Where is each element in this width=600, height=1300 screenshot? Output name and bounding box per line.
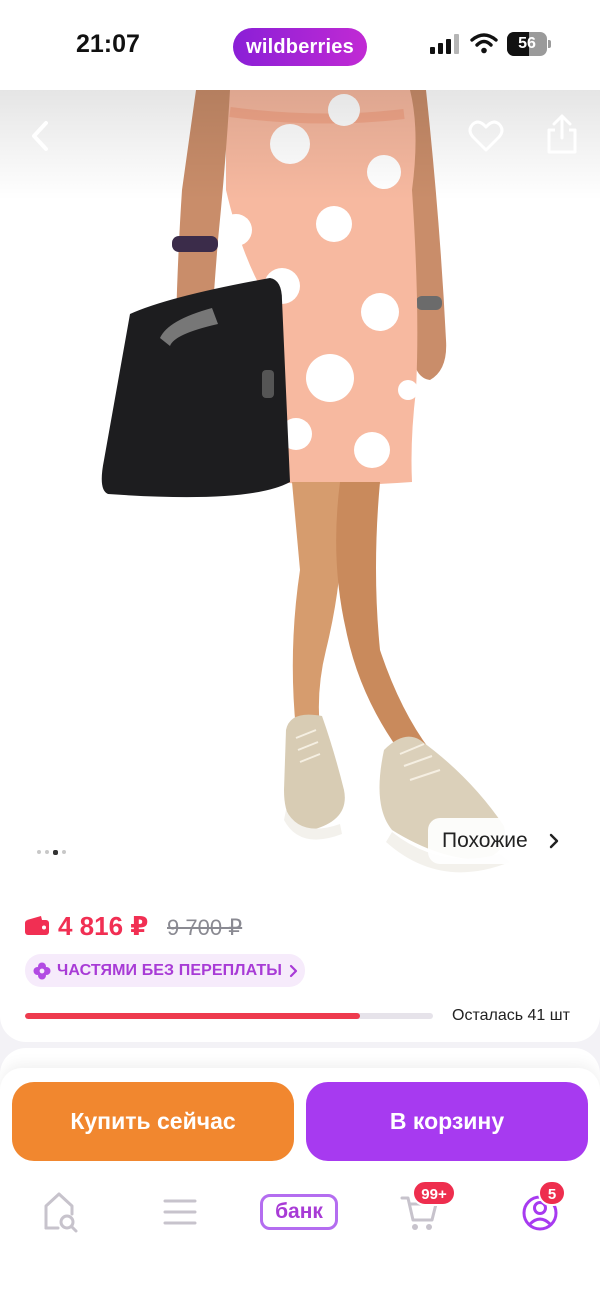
old-price: 9 700 ₽ <box>167 915 243 940</box>
similar-products-button[interactable]: Похожие <box>428 818 600 864</box>
signal-icon <box>430 34 459 54</box>
chevron-right-icon <box>289 964 298 977</box>
product-page: 21:07 wildberries 56 Похожие 4 816 ₽ 9 7… <box>0 0 600 1300</box>
stock-remaining: Осталась 41 шт <box>452 1007 570 1024</box>
product-photo-carousel[interactable]: Похожие <box>0 90 600 890</box>
flower-icon <box>33 962 51 979</box>
product-image[interactable] <box>0 90 600 890</box>
wifi-icon <box>470 33 498 54</box>
installment-label: ЧАСТЯМИ БЕЗ ПЕРЕПЛАТЫ <box>57 961 283 979</box>
home-search-icon <box>44 1192 78 1233</box>
chevron-right-icon <box>549 833 559 849</box>
carousel-dot[interactable] <box>37 850 41 854</box>
tab-bank[interactable]: банк <box>260 1188 340 1238</box>
battery-level: 56 <box>518 35 536 52</box>
buy-now-button[interactable]: Купить сейчас <box>12 1082 294 1161</box>
carousel-dot-active[interactable] <box>53 849 58 855</box>
tab-home[interactable] <box>40 1188 80 1238</box>
status-bar: 21:07 wildberries 56 <box>0 0 600 90</box>
bottom-bar: Купить сейчас В корзину банк 99+ 5 <box>0 1068 600 1300</box>
carousel-dot[interactable] <box>45 850 49 854</box>
menu-icon <box>163 1199 197 1225</box>
back-icon[interactable] <box>20 112 60 160</box>
installment-badge[interactable]: ЧАСТЯМИ БЕЗ ПЕРЕПЛАТЫ <box>25 954 305 987</box>
heart-icon[interactable] <box>464 114 508 158</box>
wallet-icon <box>25 916 49 935</box>
brand-logo[interactable]: wildberries <box>233 28 367 66</box>
bank-label: банк <box>260 1194 338 1230</box>
cart-badge: 99+ <box>412 1180 456 1206</box>
share-icon[interactable] <box>540 110 584 158</box>
current-price: 4 816 ₽ <box>58 911 149 941</box>
carousel-dot[interactable] <box>62 850 66 854</box>
price-card: 4 816 ₽ 9 700 ₽ ЧАСТЯМИ БЕЗ ПЕРЕПЛАТЫ Ос… <box>0 880 600 1042</box>
similar-label: Похожие <box>442 829 528 852</box>
profile-badge: 5 <box>538 1180 566 1206</box>
status-time: 21:07 <box>76 30 140 58</box>
battery-icon: 56 <box>507 32 551 56</box>
stock-progress-bar <box>25 1013 433 1019</box>
stock-progress-fill <box>25 1013 360 1019</box>
tab-profile[interactable]: 5 <box>518 1180 566 1238</box>
tab-catalog[interactable] <box>160 1188 200 1238</box>
carousel-dots <box>37 849 66 855</box>
tab-cart[interactable]: 99+ <box>398 1180 456 1238</box>
add-to-cart-button[interactable]: В корзину <box>306 1082 588 1161</box>
